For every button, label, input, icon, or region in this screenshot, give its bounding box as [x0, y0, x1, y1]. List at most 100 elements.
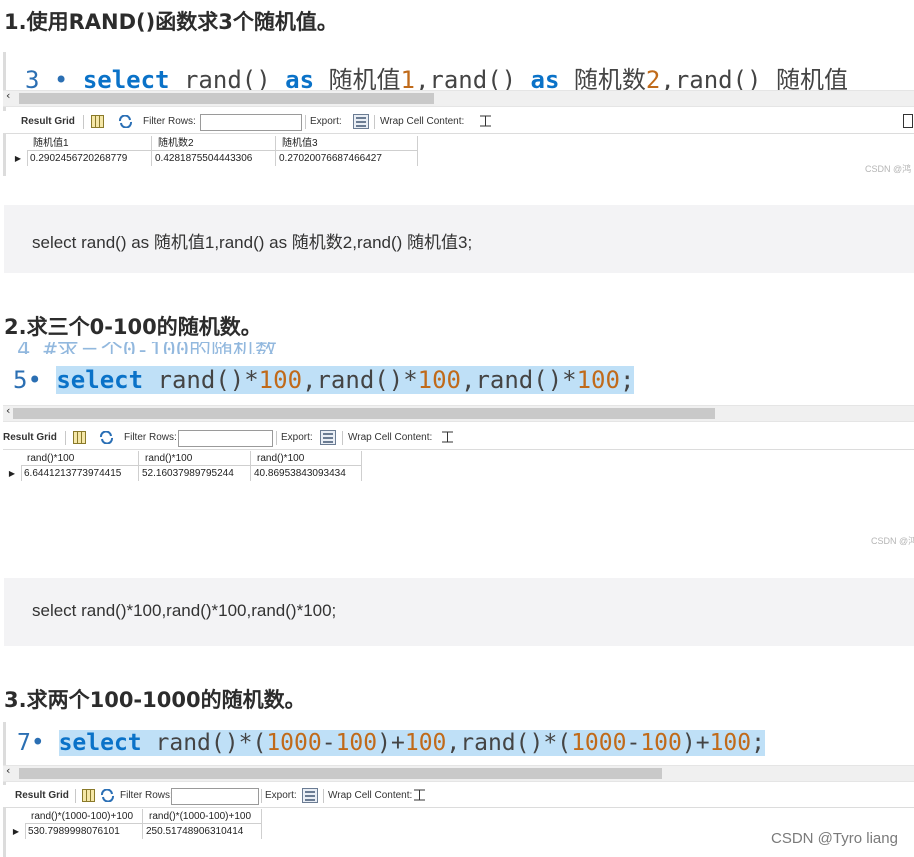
operator: * — [403, 366, 418, 394]
operator: * — [543, 730, 558, 756]
toolbar-separator — [65, 431, 66, 445]
export-label: Export: — [281, 432, 313, 443]
table-cell[interactable]: 0.4281875504443306 — [152, 151, 276, 166]
scroll-left-arrow-icon[interactable]: ‹ — [6, 404, 10, 417]
scroll-left-arrow-icon[interactable]: ‹ — [6, 89, 10, 102]
operator: - — [626, 730, 641, 756]
scrollbar-thumb[interactable] — [13, 408, 715, 419]
table-cell[interactable]: 530.7989998076101 — [25, 824, 143, 839]
scroll-left-arrow-icon[interactable]: ‹ — [6, 764, 10, 777]
paren: ) — [377, 730, 391, 756]
wrap-cell-label: Wrap Cell Content: — [380, 116, 465, 127]
refresh-icon[interactable] — [99, 431, 114, 444]
number: 100 — [709, 730, 752, 756]
horizontal-scrollbar[interactable]: ‹ — [3, 89, 914, 107]
grid-icon[interactable] — [73, 431, 86, 444]
table-cell[interactable]: 52.16037989795244 — [139, 466, 251, 481]
scrollbar-thumb[interactable] — [19, 768, 662, 779]
table-cell[interactable]: 250.51748906310414 — [143, 824, 262, 839]
export-icon[interactable] — [320, 430, 336, 445]
number: 1000 — [266, 730, 322, 756]
column-header[interactable]: rand()*(1000-100)+100 — [25, 809, 143, 824]
paren: ( — [252, 730, 267, 756]
operator: * — [562, 366, 577, 394]
export-icon[interactable] — [353, 114, 369, 129]
table-cell[interactable]: 0.27020076687466427 — [276, 151, 418, 166]
comma: , — [302, 366, 317, 394]
column-header[interactable]: 随机数2 — [152, 136, 276, 151]
table-row[interactable]: ▶ 0.2902456720268779 0.4281875504443306 … — [9, 151, 419, 166]
grid-icon[interactable] — [91, 115, 104, 128]
sql-code-text: select rand()*100,rand()*100,rand()*100; — [32, 601, 337, 620]
wrap-cell-label: Wrap Cell Content: — [348, 432, 433, 443]
filter-rows-input[interactable] — [178, 430, 273, 447]
keyword-select: select — [56, 366, 144, 394]
result-grid-tab[interactable]: Result Grid — [21, 116, 75, 127]
column-header[interactable]: rand()*100 — [139, 451, 251, 466]
export-label: Export: — [265, 790, 297, 801]
column-header[interactable]: rand()*100 — [251, 451, 362, 466]
table-cell[interactable]: 6.6441213773974415 — [21, 466, 139, 481]
result-grid: rand()*100 rand()*100 rand()*100 ▶ 6.644… — [3, 451, 363, 481]
result-grid: rand()*(1000-100)+100 rand()*(1000-100)+… — [7, 809, 263, 839]
comma: , — [461, 366, 476, 394]
section-2-screenshot: 4 #求三个0-100的随机数 5• select rand()*100,ran… — [3, 342, 914, 552]
table-row[interactable]: ▶ 530.7989998076101 250.51748906310414 — [7, 824, 263, 839]
sql-code-block: select rand()*100,rand()*100,rand()*100; — [4, 578, 914, 646]
filter-rows-input[interactable] — [171, 788, 259, 805]
column-header[interactable]: 随机值1 — [27, 136, 152, 151]
table-cell[interactable]: 0.2902456720268779 — [27, 151, 152, 166]
selected-code: select rand()*100,rand()*100,rand()*100; — [56, 366, 635, 394]
result-grid: 随机值1 随机数2 随机值3 ▶ 0.2902456720268779 0.42… — [9, 136, 419, 166]
result-toolbar: Result Grid Filter Rows: Export: Wrap Ce… — [3, 427, 914, 450]
horizontal-scrollbar[interactable]: ‹ — [3, 764, 914, 782]
table-cell[interactable]: 40.86953843093434 — [251, 466, 362, 481]
line-dot: • — [30, 730, 59, 756]
grid-header-row: rand()*(1000-100)+100 rand()*(1000-100)+… — [7, 809, 263, 824]
refresh-icon[interactable] — [100, 789, 115, 802]
column-header[interactable]: 随机值3 — [276, 136, 418, 151]
operator: - — [321, 730, 336, 756]
panel-toggle-icon[interactable] — [903, 114, 913, 128]
grid-icon[interactable] — [82, 789, 95, 802]
wrap-text-icon[interactable] — [413, 789, 426, 801]
rand-call: rand() — [460, 730, 544, 756]
horizontal-scrollbar[interactable]: ‹ — [3, 404, 914, 422]
toolbar-separator — [323, 789, 324, 803]
line-number: 7 — [17, 730, 31, 756]
watermark: CSDN @Tyro liang — [771, 830, 898, 847]
sql-editor-line[interactable]: 7• select rand()*(1000-100)+100,rand()*(… — [17, 730, 914, 770]
semicolon: ; — [619, 366, 635, 394]
operator: + — [390, 730, 405, 756]
row-marker-header — [3, 451, 22, 466]
current-row-arrow-icon: ▶ — [3, 466, 22, 481]
refresh-icon[interactable] — [118, 115, 133, 128]
result-toolbar: Result Grid Filter Rows: Export: Wrap Ce… — [3, 785, 914, 808]
toolbar-separator — [75, 789, 76, 803]
number: 100 — [404, 730, 447, 756]
paren: ( — [557, 730, 572, 756]
rand-call: rand() — [475, 366, 563, 394]
faded-comment-line: 4 #求三个0-100的随机数 — [17, 342, 914, 354]
scrollbar-thumb[interactable] — [19, 93, 434, 104]
number: 100 — [640, 730, 682, 756]
filter-rows-input[interactable] — [200, 114, 302, 131]
result-toolbar: Result Grid Filter Rows: Export: Wrap Ce… — [3, 111, 914, 134]
wrap-cell-label: Wrap Cell Content: — [328, 790, 413, 801]
toolbar-separator — [374, 115, 375, 129]
toolbar-separator — [83, 115, 84, 129]
sql-editor-line[interactable]: 5• select rand()*100,rand()*100,rand()*1… — [13, 366, 914, 406]
export-icon[interactable] — [302, 788, 318, 803]
wrap-text-icon[interactable] — [441, 431, 454, 443]
result-grid-tab[interactable]: Result Grid — [15, 790, 69, 801]
table-row[interactable]: ▶ 6.6441213773974415 52.16037989795244 4… — [3, 466, 363, 481]
result-grid-tab[interactable]: Result Grid — [3, 432, 57, 443]
watermark: CSDN @鸿 — [865, 164, 912, 174]
line-dot: • — [27, 366, 57, 394]
column-header[interactable]: rand()*(1000-100)+100 — [143, 809, 262, 824]
wrap-text-icon[interactable] — [479, 115, 492, 127]
row-marker-header — [9, 136, 28, 151]
column-header[interactable]: rand()*100 — [21, 451, 139, 466]
filter-rows-label: Filter Rows: — [120, 790, 173, 801]
watermark: CSDN @鸿 — [871, 536, 914, 546]
